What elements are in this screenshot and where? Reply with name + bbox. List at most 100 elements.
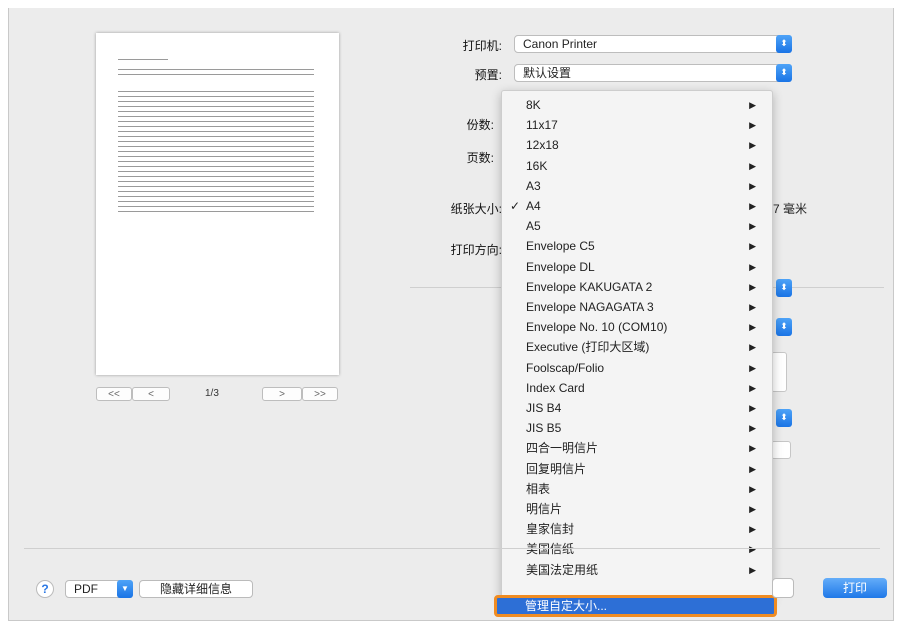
submenu-arrow-icon: ▶ bbox=[749, 483, 756, 494]
menu-item-label: 16K bbox=[526, 158, 548, 173]
submenu-arrow-icon: ▶ bbox=[749, 463, 756, 474]
menu-item-label: Foolscap/Folio bbox=[526, 360, 605, 375]
submenu-arrow-icon: ▶ bbox=[749, 544, 756, 555]
chevron-down-icon: ▼ bbox=[117, 580, 133, 598]
submenu-arrow-icon: ▶ bbox=[749, 302, 756, 312]
hidden-stepper bbox=[771, 441, 791, 459]
menu-item[interactable]: Foolscap/Folio ▶ bbox=[502, 358, 772, 378]
submenu-arrow-icon: ▶ bbox=[749, 160, 756, 171]
menu-item[interactable]: Envelope No. 10 (COM10) ▶ bbox=[502, 317, 772, 337]
page-count: 1/3 bbox=[205, 388, 219, 399]
menu-item[interactable]: 皇家信封 ▶ bbox=[502, 519, 772, 539]
submenu-arrow-icon: ▶ bbox=[749, 261, 756, 272]
printer-label: 打印机: bbox=[462, 39, 502, 53]
first-page-button[interactable]: << bbox=[96, 387, 132, 401]
cancel-button[interactable] bbox=[772, 578, 794, 598]
paper-size-label: 纸张大小: bbox=[450, 202, 502, 216]
menu-item[interactable]: 回复明信片 ▶ bbox=[502, 459, 772, 479]
menu-item-label: 皇家信封 bbox=[526, 522, 575, 537]
menu-item-label: Envelope No. 10 (COM10) bbox=[526, 320, 668, 335]
page-preview bbox=[96, 33, 339, 375]
next-page-button[interactable]: > bbox=[262, 387, 302, 401]
pdf-menu-button[interactable]: PDF ▼ bbox=[65, 580, 133, 598]
submenu-arrow-icon: ▶ bbox=[749, 524, 756, 535]
menu-item-label: 回复明信片 bbox=[526, 461, 587, 476]
hide-details-button[interactable]: 隐藏详细信息 bbox=[139, 580, 253, 598]
printer-select[interactable]: Canon Printer ⬍ bbox=[514, 35, 792, 53]
menu-item[interactable]: A5 ▶ bbox=[502, 216, 772, 236]
updown-arrows-icon[interactable]: ⬍ bbox=[776, 279, 792, 297]
pdf-label: PDF bbox=[74, 582, 98, 596]
submenu-arrow-icon: ▶ bbox=[749, 241, 756, 252]
pager-forward-group: > >> bbox=[262, 387, 338, 401]
pager-back-group: << < bbox=[96, 387, 170, 401]
menu-item[interactable]: 11x17 ▶ bbox=[502, 115, 772, 135]
menu-item[interactable]: 美国法定用纸 ▶ bbox=[502, 560, 772, 580]
menu-item[interactable]: Envelope C5 ▶ bbox=[502, 236, 772, 256]
menu-item-label: Envelope KAKUGATA 2 bbox=[526, 279, 653, 294]
preset-select[interactable]: 默认设置 ⬍ bbox=[514, 64, 792, 82]
submenu-arrow-icon: ▶ bbox=[749, 100, 756, 110]
menu-item[interactable]: 相表 ▶ bbox=[502, 479, 772, 499]
last-page-button[interactable]: >> bbox=[302, 387, 338, 401]
menu-item-label: Envelope DL bbox=[526, 259, 595, 274]
menu-item[interactable]: Executive (打印大区域) ▶ bbox=[502, 337, 772, 357]
submenu-arrow-icon: ▶ bbox=[749, 342, 756, 353]
checkmark-icon: ✓ bbox=[510, 199, 521, 213]
print-button[interactable]: 打印 bbox=[823, 578, 887, 598]
menu-item-label: 8K bbox=[526, 98, 541, 112]
menu-item-label: A3 bbox=[526, 178, 541, 193]
submenu-arrow-icon: ▶ bbox=[749, 504, 756, 514]
menu-item[interactable]: 8K ▶ bbox=[502, 95, 772, 115]
menu-item-label: 11x17 bbox=[526, 118, 558, 133]
menu-item-label: A5 bbox=[526, 219, 541, 234]
updown-arrows-icon[interactable]: ⬍ bbox=[776, 409, 792, 427]
submenu-arrow-icon: ▶ bbox=[749, 322, 756, 333]
updown-arrows-icon[interactable]: ⬍ bbox=[776, 318, 792, 336]
menu-item[interactable]: 四合一明信片 ▶ bbox=[502, 438, 772, 458]
menu-item[interactable]: A3 ▶ bbox=[502, 176, 772, 196]
manage-custom-sizes-item[interactable]: 管理自定大小... bbox=[494, 595, 777, 617]
menu-item-label: Executive (打印大区域) bbox=[526, 340, 650, 355]
submenu-arrow-icon: ▶ bbox=[749, 201, 756, 211]
submenu-arrow-icon: ▶ bbox=[749, 221, 756, 232]
menu-item[interactable]: ✓ A4 ▶ bbox=[502, 196, 772, 216]
updown-arrows-icon: ⬍ bbox=[776, 64, 792, 82]
preset-label: 预置: bbox=[474, 68, 502, 82]
submenu-arrow-icon: ▶ bbox=[749, 180, 756, 191]
menu-item-label: Index Card bbox=[526, 380, 585, 395]
submenu-arrow-icon: ▶ bbox=[749, 281, 756, 292]
menu-item[interactable]: JIS B4 ▶ bbox=[502, 398, 772, 418]
menu-item[interactable]: Envelope KAKUGATA 2 ▶ bbox=[502, 277, 772, 297]
menu-item-label: 明信片 bbox=[526, 502, 563, 516]
copies-label: 份数: bbox=[466, 118, 494, 132]
orientation-label: 打印方向: bbox=[450, 243, 502, 257]
menu-item[interactable]: 美国信纸 ▶ bbox=[502, 539, 772, 559]
menu-item[interactable]: 12x18 ▶ bbox=[502, 135, 772, 155]
menu-item[interactable]: JIS B5 ▶ bbox=[502, 418, 772, 438]
menu-item-label: Envelope C5 bbox=[526, 239, 595, 254]
menu-item[interactable]: Index Card ▶ bbox=[502, 378, 772, 398]
printer-value: Canon Printer bbox=[523, 37, 598, 51]
prev-page-button[interactable]: < bbox=[132, 387, 170, 401]
submenu-arrow-icon: ▶ bbox=[749, 564, 756, 575]
preset-value: 默认设置 bbox=[523, 66, 572, 80]
menu-item-label: JIS B4 bbox=[526, 401, 562, 415]
menu-item-label: JIS B5 bbox=[526, 421, 562, 436]
menu-item[interactable]: 明信片 ▶ bbox=[502, 499, 772, 519]
menu-item[interactable]: Envelope NAGAGATA 3 ▶ bbox=[502, 297, 772, 317]
help-button[interactable]: ? bbox=[36, 580, 54, 598]
menu-item-label: A4 bbox=[526, 199, 541, 213]
menu-item[interactable]: Envelope DL ▶ bbox=[502, 257, 772, 277]
menu-item-label: 美国法定用纸 bbox=[526, 562, 599, 577]
menu-item-label: 美国信纸 bbox=[526, 542, 575, 557]
menu-item[interactable]: 16K ▶ bbox=[502, 156, 772, 176]
submenu-arrow-icon: ▶ bbox=[749, 120, 756, 131]
hidden-control bbox=[771, 352, 787, 392]
paper-size-menu: 8K ▶ 11x17 ▶ 12x18 ▶ 16K ▶ A3 ▶ ✓ A4 ▶ A5 ▶ Envelope C5… bbox=[501, 90, 773, 600]
submenu-arrow-icon: ▶ bbox=[749, 140, 756, 151]
submenu-arrow-icon: ▶ bbox=[749, 403, 756, 413]
paper-size-dimensions: 7 毫米 bbox=[773, 202, 808, 216]
footer-separator bbox=[24, 548, 880, 549]
menu-item-label: 12x18 bbox=[526, 138, 559, 153]
